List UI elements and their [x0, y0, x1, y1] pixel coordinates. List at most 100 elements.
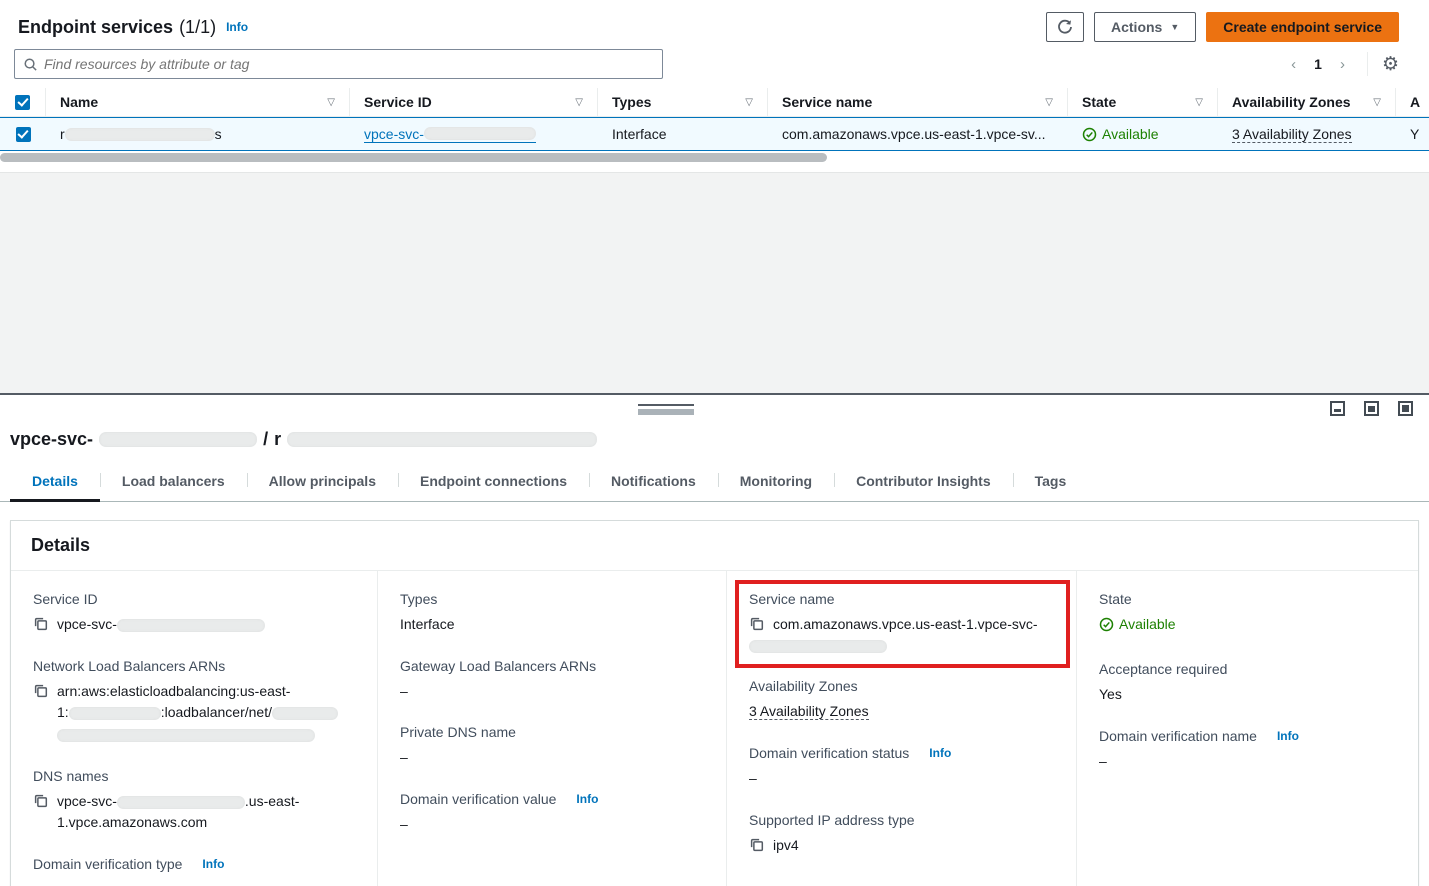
info-link[interactable]: Info: [1277, 729, 1299, 743]
details-card-body: Service ID vpce-svc- Network Load Balanc…: [11, 571, 1418, 886]
field-service-name: Service name com.amazonaws.vpce.us-east-…: [749, 591, 1056, 657]
table-row[interactable]: r s vpce-svc- Interface com.amazonaws.vp…: [0, 117, 1429, 151]
name-cell: r s: [46, 118, 350, 150]
copy-icon[interactable]: [33, 616, 48, 631]
redacted-text: [424, 127, 536, 140]
details-column-3: Service name com.amazonaws.vpce.us-east-…: [727, 571, 1077, 886]
details-column-1: Service ID vpce-svc- Network Load Balanc…: [11, 571, 378, 886]
details-column-2: Types Interface Gateway Load Balancers A…: [378, 571, 727, 886]
field-availability-zones: Availability Zones 3 Availability Zones: [749, 678, 1056, 723]
check-circle-icon: [1099, 617, 1114, 632]
acceptance-cell: Y: [1396, 118, 1429, 150]
copy-icon[interactable]: [33, 683, 48, 698]
column-header-service-name[interactable]: Service name ▽: [768, 88, 1068, 117]
field-domain-verification-status: Domain verification status Info –: [749, 745, 1056, 790]
copy-icon[interactable]: [749, 616, 764, 631]
redacted-text: [117, 619, 265, 632]
tab-details[interactable]: Details: [10, 464, 100, 502]
prev-page-icon[interactable]: ‹: [1283, 56, 1304, 73]
info-link[interactable]: Info: [929, 746, 951, 760]
split-panel-controls: [0, 395, 1429, 425]
redacted-text: [287, 432, 597, 447]
field-types: Types Interface: [400, 591, 706, 636]
actions-button[interactable]: Actions ▼: [1094, 12, 1196, 42]
tab-contributor-insights[interactable]: Contributor Insights: [834, 464, 1013, 502]
caret-down-icon: ▼: [1170, 22, 1179, 32]
table-header-row: Name ▽ Service ID ▽ Types ▽ Service name…: [0, 88, 1429, 117]
column-header-availability-zones[interactable]: Availability Zones ▽: [1218, 88, 1396, 117]
tab-notifications[interactable]: Notifications: [589, 464, 718, 502]
info-link[interactable]: Info: [202, 857, 224, 871]
highlight-box: Service name com.amazonaws.vpce.us-east-…: [735, 580, 1070, 668]
field-acceptance-required: Acceptance required Yes: [1099, 661, 1398, 706]
tab-load-balancers[interactable]: Load balancers: [100, 464, 247, 502]
scrollbar-thumb[interactable]: [0, 153, 827, 162]
field-domain-verification-type: Domain verification type Info –: [33, 856, 357, 886]
sort-icon[interactable]: ▽: [1365, 97, 1381, 108]
copy-icon[interactable]: [749, 837, 764, 852]
column-header-acceptance[interactable]: A: [1396, 88, 1429, 117]
sort-icon[interactable]: ▽: [1187, 97, 1203, 108]
search-box[interactable]: [14, 49, 663, 79]
preferences-gear-icon[interactable]: ⚙: [1382, 55, 1399, 74]
details-column-4: State Available Acceptance required Yes: [1077, 571, 1418, 886]
panel-size-small-icon[interactable]: [1330, 401, 1345, 416]
search-icon: [23, 57, 38, 72]
row-select-cell: [0, 118, 46, 150]
field-dns-names: DNS names vpce-svc-.us-east- 1.vpce.amaz…: [33, 768, 357, 834]
sort-icon[interactable]: ▽: [567, 97, 583, 108]
tab-endpoint-connections[interactable]: Endpoint connections: [398, 464, 589, 502]
refresh-button[interactable]: [1046, 12, 1084, 42]
service-id-link[interactable]: vpce-svc-: [364, 126, 536, 143]
tab-allow-principals[interactable]: Allow principals: [247, 464, 398, 502]
copy-icon[interactable]: [33, 793, 48, 808]
redacted-text: [99, 432, 257, 447]
redacted-text: [749, 640, 887, 653]
horizontal-scrollbar: [0, 151, 1429, 165]
redacted-text: [69, 707, 161, 720]
panel-size-full-icon[interactable]: [1398, 401, 1413, 416]
details-card-title: Details: [11, 521, 1418, 571]
page-title: Endpoint services: [18, 17, 173, 38]
divider: [1367, 52, 1368, 76]
field-domain-verification-value: Domain verification value Info –: [400, 791, 706, 836]
tab-tags[interactable]: Tags: [1013, 464, 1089, 502]
column-header-name[interactable]: Name ▽: [46, 88, 350, 117]
search-input[interactable]: [44, 56, 654, 72]
info-link[interactable]: Info: [576, 792, 598, 806]
availability-zones-link[interactable]: 3 Availability Zones: [1232, 126, 1352, 143]
next-page-icon[interactable]: ›: [1332, 56, 1353, 73]
status-available: Available: [1082, 126, 1159, 142]
availability-zones-link[interactable]: 3 Availability Zones: [749, 703, 869, 720]
sort-icon[interactable]: ▽: [1037, 97, 1053, 108]
resource-count: (1/1): [179, 17, 216, 38]
panel-size-medium-icon[interactable]: [1364, 401, 1379, 416]
panel-size-controls: [1330, 401, 1413, 416]
select-all-checkbox[interactable]: [15, 95, 30, 110]
sort-icon[interactable]: ▽: [737, 97, 753, 108]
column-header-state[interactable]: State ▽: [1068, 88, 1218, 117]
header-actions: Actions ▼ Create endpoint service: [1046, 12, 1399, 42]
filter-row: ‹ 1 › ⚙: [0, 42, 1429, 80]
column-header-types[interactable]: Types ▽: [598, 88, 768, 117]
create-endpoint-service-button[interactable]: Create endpoint service: [1206, 12, 1399, 42]
field-domain-verification-name: Domain verification name Info –: [1099, 728, 1398, 773]
field-supported-ip: Supported IP address type ipv4: [749, 812, 1056, 857]
service-id-cell: vpce-svc-: [350, 118, 598, 150]
field-private-dns-name: Private DNS name –: [400, 724, 706, 769]
sort-icon[interactable]: ▽: [319, 97, 335, 108]
row-checkbox[interactable]: [16, 127, 31, 142]
split-panel-drag-handle[interactable]: [638, 404, 694, 415]
field-nlb-arns: Network Load Balancers ARNs arn:aws:elas…: [33, 658, 357, 746]
tab-monitoring[interactable]: Monitoring: [718, 464, 834, 502]
details-card: Details Service ID vpce-svc- Network Loa…: [10, 520, 1419, 886]
redacted-text: [65, 128, 215, 141]
state-cell: Available: [1068, 118, 1218, 150]
pane-background: [0, 172, 1429, 393]
column-header-service-id[interactable]: Service ID ▽: [350, 88, 598, 117]
page-header: Endpoint services (1/1) Info Actions ▼ C…: [0, 0, 1429, 42]
endpoint-services-pane: Endpoint services (1/1) Info Actions ▼ C…: [0, 0, 1429, 172]
info-link[interactable]: Info: [226, 20, 248, 34]
redacted-text: [57, 729, 315, 742]
field-service-id: Service ID vpce-svc-: [33, 591, 357, 636]
